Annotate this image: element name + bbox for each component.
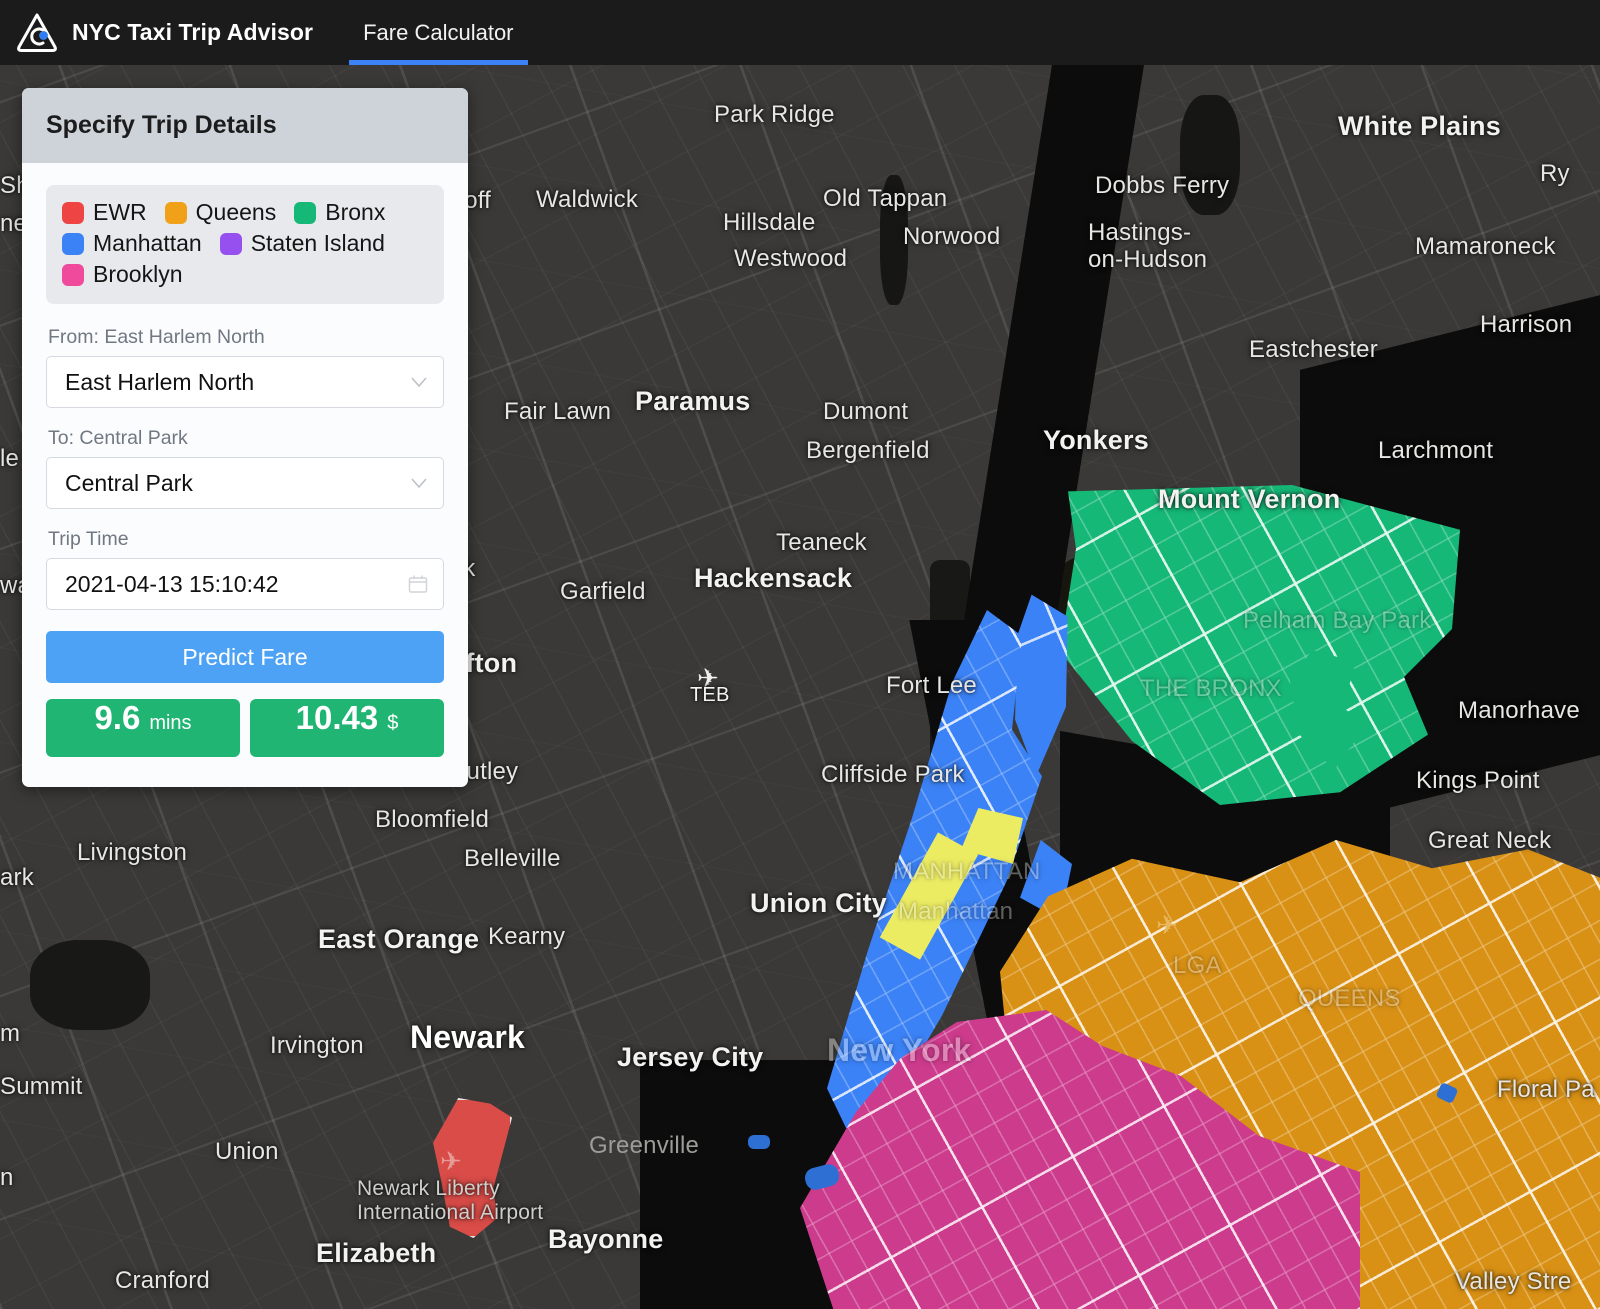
plane-icon: ✈ xyxy=(697,663,719,693)
trip-time-label: Trip Time xyxy=(48,528,129,550)
app-title: NYC Taxi Trip Advisor xyxy=(72,19,314,45)
panel-body: EWR Queens Bronx Manhattan Staten Island Broo… xyxy=(22,163,468,787)
legend-item-bronx[interactable]: Bronx xyxy=(294,199,385,226)
calendar-icon[interactable] xyxy=(407,573,429,595)
legend-label: EWR xyxy=(93,199,147,225)
panel-header: Specify Trip Details xyxy=(22,88,468,163)
trip-time-input[interactable]: 2021-04-13 15:10:42 xyxy=(46,558,444,610)
from-location-select[interactable]: East Harlem North xyxy=(46,356,444,408)
chevron-down-icon xyxy=(411,478,427,489)
map-park xyxy=(1180,95,1240,215)
chevron-down-icon xyxy=(411,377,427,388)
trip-details-panel: Specify Trip Details EWR Queens Bronx Manha… xyxy=(22,88,468,787)
legend-swatch-icon xyxy=(62,263,84,286)
top-navigation-bar: NYC Taxi Trip Advisor Fare Calculator xyxy=(0,0,1600,65)
legend-swatch-icon xyxy=(62,201,84,224)
result-duration: 9.6 mins xyxy=(46,699,240,757)
legend-item-brooklyn[interactable]: Brooklyn xyxy=(62,261,182,288)
result-value: 10.43 xyxy=(295,699,379,736)
taxi-triangle-logo-icon[interactable] xyxy=(14,10,60,56)
map-park xyxy=(30,940,150,1030)
legend-label: Manhattan xyxy=(93,230,202,256)
tab-label: Fare Calculator xyxy=(363,19,514,45)
legend-item-manhattan[interactable]: Manhattan xyxy=(62,230,202,257)
to-field-label: To: Central Park xyxy=(48,427,188,449)
legend-swatch-icon xyxy=(164,201,187,224)
legend-swatch-icon xyxy=(219,232,242,255)
plane-icon: ✈ xyxy=(440,1146,462,1176)
from-field-label: From: East Harlem North xyxy=(48,326,265,348)
nav-tabs: Fare Calculator xyxy=(349,0,528,65)
legend-swatch-icon xyxy=(294,201,317,224)
borough-legend: EWR Queens Bronx Manhattan Staten Island Broo… xyxy=(46,185,444,304)
result-fare: 10.43 $ xyxy=(250,699,444,757)
legend-item-queens[interactable]: Queens xyxy=(164,199,277,226)
from-location-value: East Harlem North xyxy=(65,368,255,395)
result-unit: mins xyxy=(149,712,192,734)
predict-fare-button[interactable]: Predict Fare xyxy=(46,631,444,683)
map-park xyxy=(880,175,908,305)
legend-label: Queens xyxy=(195,199,277,225)
prediction-results: 9.6 mins 10.43 $ xyxy=(46,699,444,757)
to-location-select[interactable]: Central Park xyxy=(46,457,444,509)
legend-label: Staten Island xyxy=(250,230,385,256)
legend-label: Brooklyn xyxy=(93,261,183,287)
to-location-value: Central Park xyxy=(65,469,193,496)
result-unit: $ xyxy=(387,712,399,734)
legend-label: Bronx xyxy=(325,199,386,225)
tab-fare-calculator[interactable]: Fare Calculator xyxy=(349,0,528,65)
result-value: 9.6 xyxy=(94,699,141,736)
legend-swatch-icon xyxy=(62,232,84,255)
legend-item-ewr[interactable]: EWR xyxy=(62,199,147,226)
legend-item-staten-island[interactable]: Staten Island xyxy=(219,230,385,257)
plane-icon: ✈ xyxy=(1156,910,1178,940)
trip-time-value: 2021-04-13 15:10:42 xyxy=(65,570,279,597)
panel-title: Specify Trip Details xyxy=(46,111,277,139)
lake xyxy=(748,1135,770,1149)
